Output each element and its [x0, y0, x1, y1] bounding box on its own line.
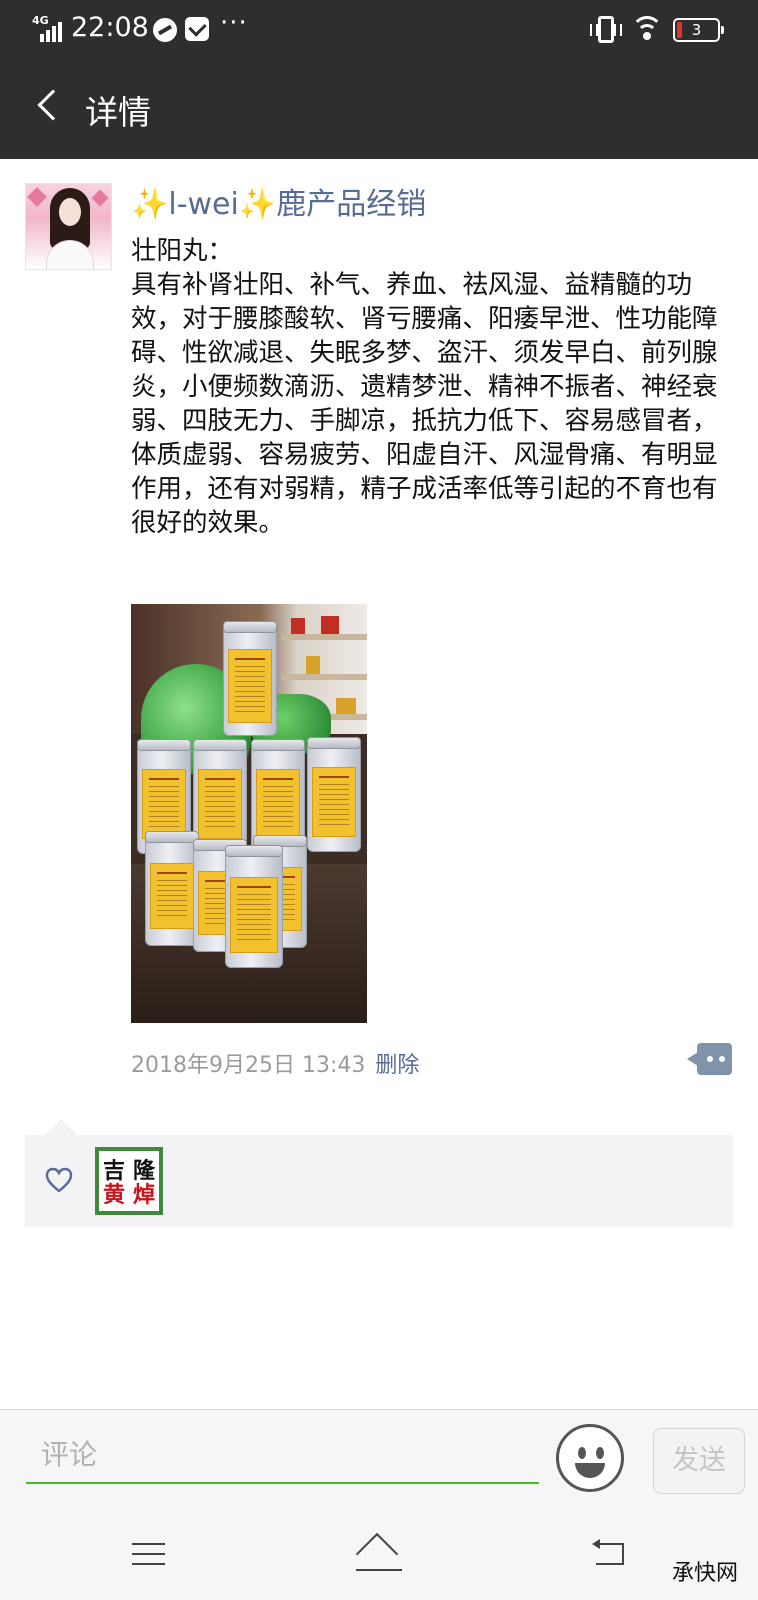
comment-input[interactable]	[26, 1426, 539, 1484]
system-nav-bar: 承快网	[0, 1515, 758, 1600]
emoji-button[interactable]	[556, 1424, 624, 1492]
menu-key-icon[interactable]	[132, 1541, 165, 1567]
liker-avatar-text: 焯	[132, 1182, 155, 1208]
author-avatar[interactable]	[25, 183, 112, 270]
chevron-left-icon	[37, 89, 69, 121]
sparkle-emoji: ✨	[131, 187, 169, 222]
vibrate-icon	[590, 16, 622, 43]
author-name[interactable]: ✨l-wei✨鹿产品经销	[131, 179, 426, 223]
post-timestamp: 2018年9月25日 13:43	[131, 1053, 366, 1078]
watermark: 承快网	[672, 1561, 739, 1586]
comment-action-button[interactable]	[687, 1043, 732, 1075]
sparkle-emoji: ✨	[238, 187, 277, 222]
liker-avatar-text: 黄	[103, 1182, 126, 1208]
heart-icon	[45, 1167, 73, 1193]
post-meta: 2018年9月25日 13:43 删除	[131, 1047, 419, 1079]
clock: 22:08	[71, 12, 149, 43]
back-key-icon[interactable]	[592, 1539, 628, 1569]
author-name-text: l-wei	[168, 187, 239, 222]
post-body: 壮阳丸： 具有补肾壮阳、补气、养血、祛风湿、益精髓的功效，对于腰膝酸软、肾亏腰痛…	[131, 236, 718, 538]
home-key-icon[interactable]	[354, 1532, 404, 1576]
page-title: 详情	[85, 93, 151, 132]
likes-pointer	[45, 1119, 77, 1135]
delete-link[interactable]: 删除	[375, 1053, 419, 1078]
signal-icon: 4G	[32, 14, 64, 42]
nav-bar: 详情	[0, 58, 758, 159]
author-name-suffix: 鹿产品经销	[276, 187, 427, 222]
post-photo[interactable]	[131, 604, 367, 1023]
notification-app-icon	[153, 18, 177, 42]
battery-icon: 3	[673, 18, 724, 42]
liker-avatar[interactable]: 吉 隆 黄 焯	[95, 1147, 163, 1215]
back-button[interactable]	[30, 84, 70, 132]
notification-mail-icon	[185, 17, 209, 41]
likes-section: 吉 隆 黄 焯	[25, 1119, 733, 1227]
post-text: 壮阳丸： 具有补肾壮阳、补气、养血、祛风湿、益精髓的功效，对于腰膝酸软、肾亏腰痛…	[131, 234, 726, 540]
send-button[interactable]: 发送	[653, 1428, 745, 1494]
more-notifications-icon: ···	[220, 8, 248, 38]
comment-bar: 发送	[0, 1409, 758, 1515]
network-type: 4G	[32, 14, 49, 27]
status-bar: 4G 22:08 ··· 3	[0, 0, 758, 58]
wifi-icon	[631, 16, 663, 40]
